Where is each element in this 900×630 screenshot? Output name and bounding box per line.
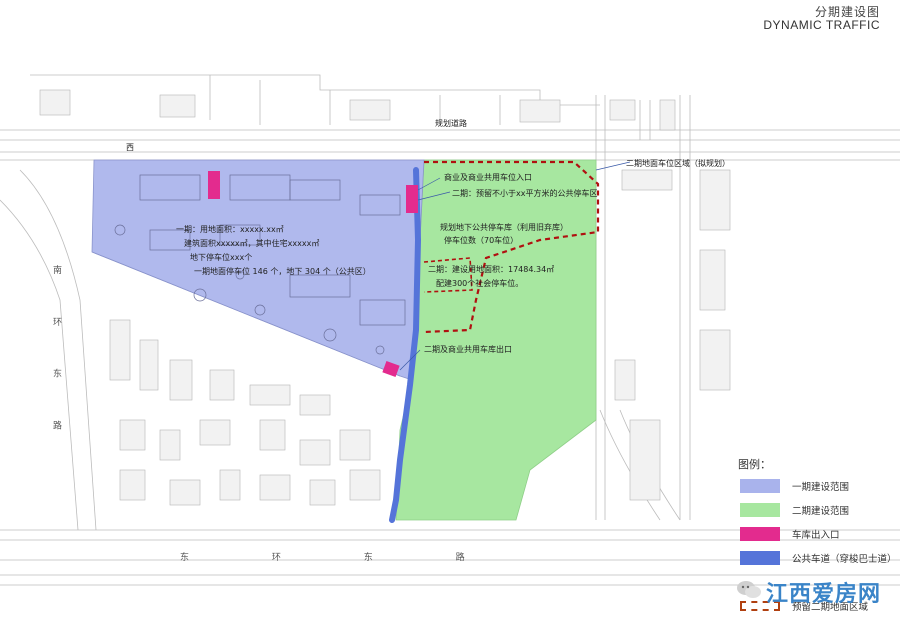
watermark: 江西爱房网 [736, 576, 881, 608]
label-north: 西 [126, 143, 134, 152]
title-en: DYNAMIC TRAFFIC [763, 18, 880, 32]
legend-swatch-road [740, 551, 780, 565]
legend-label-road: 公共车道（穿梭巴士道） [792, 554, 897, 565]
label-road-left: 南 环 东 路 [51, 264, 62, 450]
garage-entrance-2 [406, 185, 418, 213]
legend-swatch-phase2 [740, 503, 780, 517]
label-phase1-detail-2: 建筑面积xxxxx㎡，其中住宅xxxxx㎡ [184, 238, 319, 248]
legend-item-phase1: 一期建设范围 [740, 478, 849, 494]
label-road-bottom: 东 环 东 路 [180, 551, 505, 563]
label-phase1-detail-3: 地下停车位xxx个 [190, 252, 252, 262]
phase2-area [395, 159, 597, 521]
wechat-icon [736, 579, 762, 605]
label-phase2-area-note: 二期：预留不小于xx平方米的公共停车区 [452, 188, 597, 198]
legend-item-road: 公共车道（穿梭巴士道） [740, 550, 897, 566]
legend-swatch-phase1 [740, 479, 780, 493]
legend: 图例： 一期建设范围 二期建设范围 车库出入口 公共车道（穿梭巴士道） 预留二期… [736, 456, 897, 613]
label-public-parking: 规划地下公共停车库（利用旧弃库） [440, 222, 568, 232]
label-phase1-entrance: 商业及商业共用车位入口 [444, 172, 532, 182]
legend-item-phase2: 二期建设范围 [740, 502, 849, 518]
label-phase1-detail-4: 一期地面停车位 146 个，地下 304 个（公共区） [194, 266, 371, 276]
garage-entrance-1 [208, 171, 220, 199]
legend-label-phase1: 一期建设范围 [792, 482, 850, 493]
label-phase2-building-2: 配建300个社会停车位。 [436, 278, 523, 288]
legend-label-entrance: 车库出入口 [792, 530, 840, 541]
watermark-text: 江西爱房网 [766, 582, 882, 607]
label-road-top: 规划道路 [435, 118, 467, 128]
legend-item-entrance: 车库出入口 [740, 526, 840, 542]
legend-label-phase2: 二期建设范围 [792, 506, 850, 517]
label-phase1-detail-1: 一期：用地面积：xxxxx.xx㎡ [176, 224, 284, 234]
legend-swatch-entrance [740, 527, 780, 541]
label-phase2-entrance-top: 二期地面车位区域（拟规划） [626, 158, 730, 168]
legend-title: 图例： [738, 458, 771, 471]
label-phase1-exit: 二期及商业共用车库出口 [424, 344, 512, 354]
label-public-parking-count: 停车位数（70车位） [444, 235, 518, 245]
label-phase2-building: 二期：建设用地面积：17484.34㎡ [428, 264, 554, 274]
